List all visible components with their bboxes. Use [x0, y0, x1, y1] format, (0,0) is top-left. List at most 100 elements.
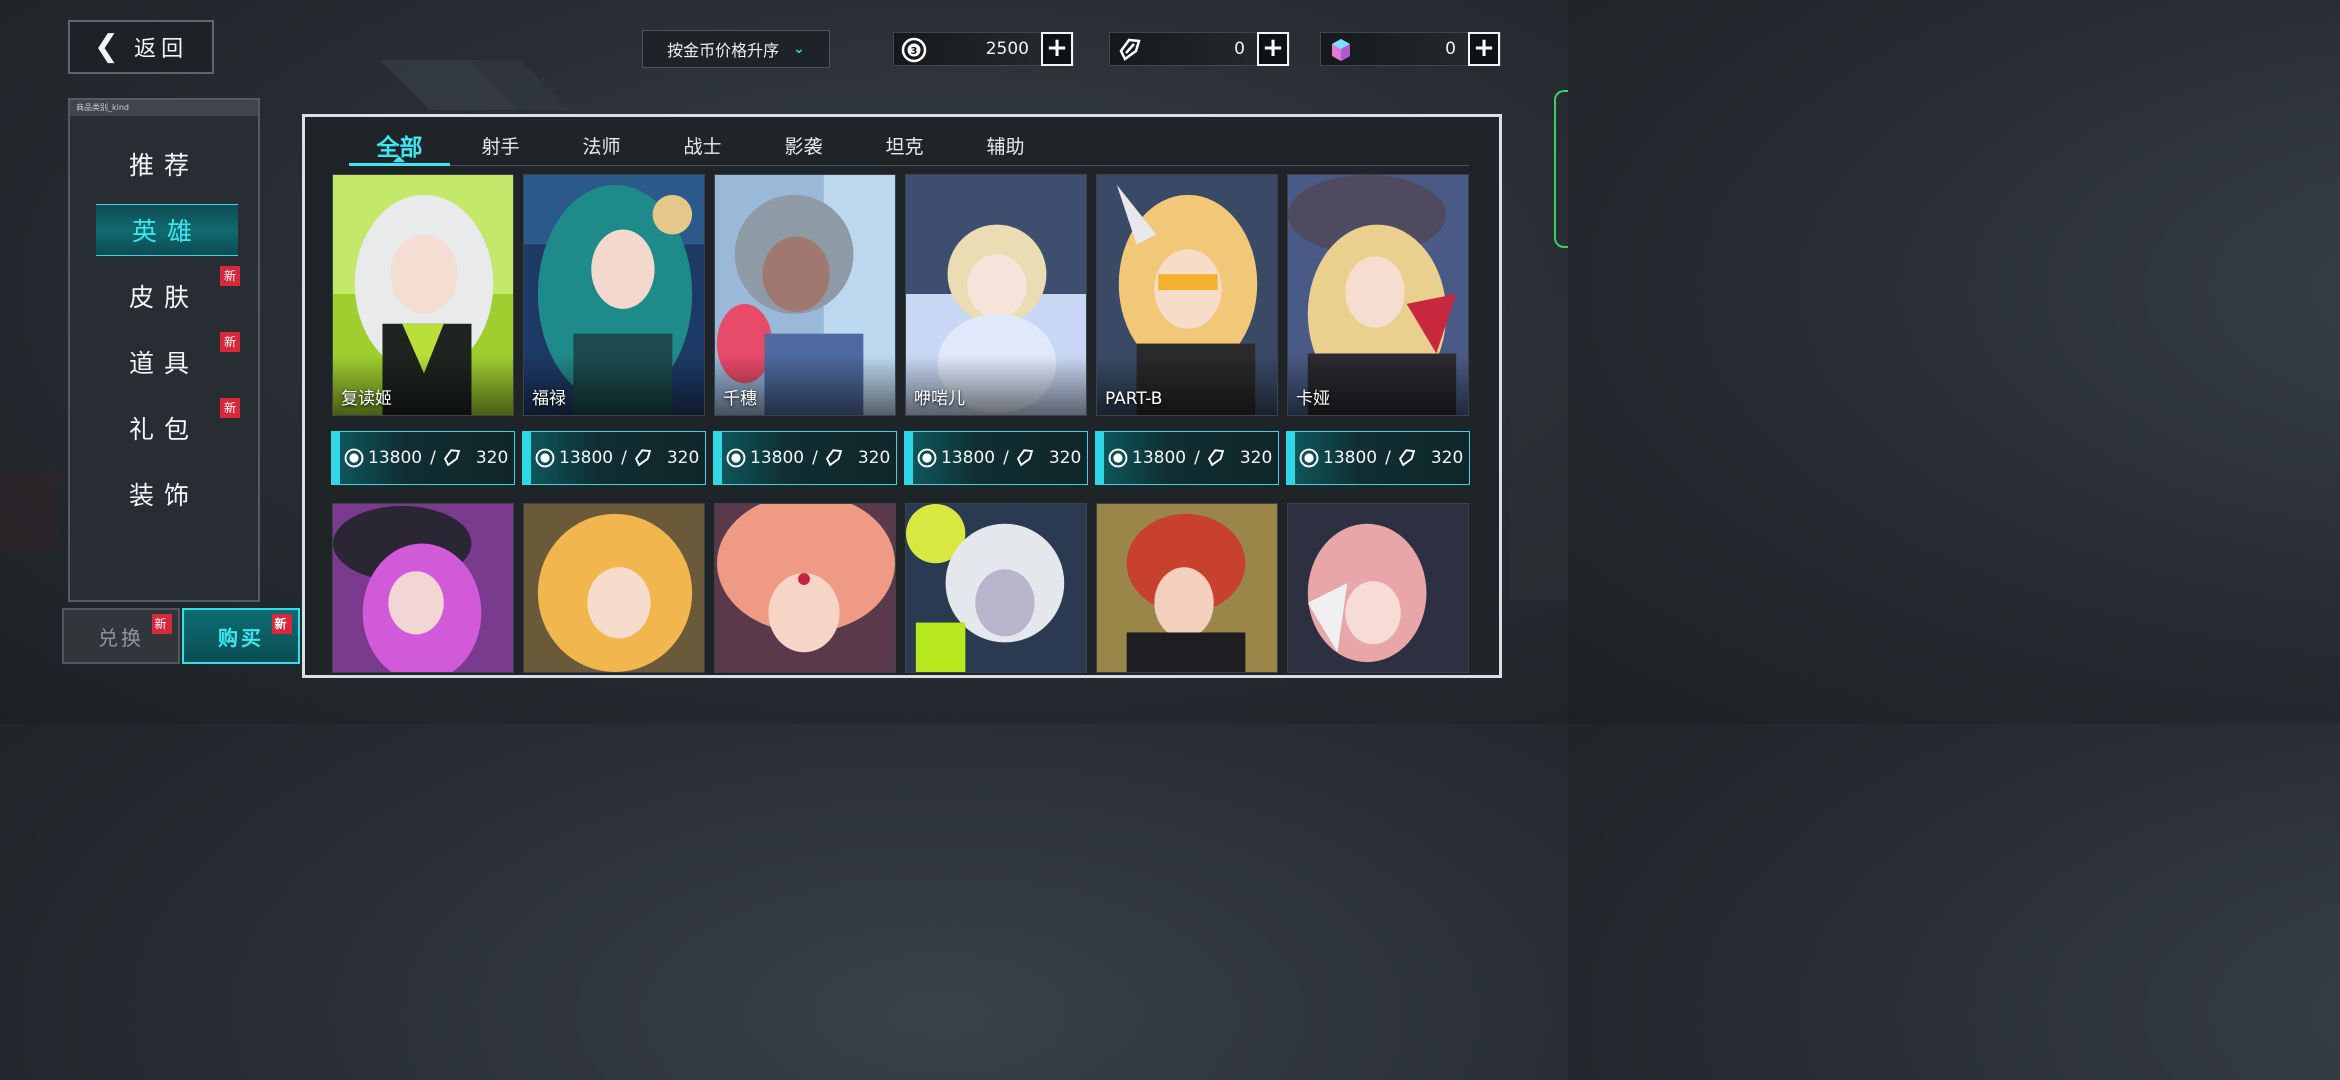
new-badge: 新 [220, 332, 240, 352]
gold-price: 13800 [1323, 448, 1378, 468]
hero-card[interactable] [905, 503, 1087, 673]
tab-tank[interactable]: 坦克 [854, 123, 955, 167]
add-gold-button[interactable]: + [1041, 32, 1073, 66]
price-separator: / [621, 448, 627, 468]
hero-name: PART-B [1105, 389, 1163, 409]
voucher-price: 320 [475, 448, 509, 468]
gold-price: 13800 [941, 448, 996, 468]
hero-name: 福禄 [532, 389, 566, 409]
chevron-left-icon: ❮ [93, 29, 125, 64]
gold-coin-icon [1108, 448, 1128, 468]
sort-label: 按金币价格升序 [667, 41, 780, 60]
crystal-voucher-icon [442, 448, 462, 468]
hero-card[interactable]: PART-B [1096, 174, 1278, 416]
category-decor[interactable]: 装饰 [70, 468, 258, 520]
tab-support[interactable]: 辅助 [955, 123, 1056, 167]
hero-card[interactable]: 卡娅 [1287, 174, 1469, 416]
hero-portrait [333, 504, 513, 672]
gold-currency-bar: 3 2500 + [893, 32, 1074, 66]
gold-coin-icon [344, 448, 364, 468]
voucher-value: 0 [1234, 39, 1245, 59]
new-badge: 新 [220, 398, 240, 418]
category-label: 道具 [128, 349, 199, 378]
hero-portrait [1288, 504, 1468, 672]
hero-card[interactable] [523, 503, 705, 673]
price-separator: / [430, 448, 436, 468]
add-voucher-button[interactable]: + [1257, 32, 1289, 66]
voucher-currency-bar: 0 + [1109, 32, 1290, 66]
hero-card[interactable]: 千穗 [714, 174, 896, 416]
hero-card[interactable] [332, 503, 514, 673]
price-separator: / [812, 448, 818, 468]
crystal-voucher-icon [1015, 448, 1035, 468]
tab-assassin[interactable]: 影袭 [753, 123, 854, 167]
crystal-voucher-icon [824, 448, 844, 468]
crystal-voucher-icon [1397, 448, 1417, 468]
category-panel: 商品类别_kind 推荐 英雄 皮肤 新 道具 新 礼包 新 装饰 [68, 98, 260, 602]
hero-portrait [906, 504, 1086, 672]
hero-portrait [715, 504, 895, 672]
gold-price: 13800 [750, 448, 805, 468]
svg-text:3: 3 [911, 46, 918, 57]
category-recommend[interactable]: 推荐 [70, 138, 258, 190]
sort-dropdown[interactable]: 按金币价格升序 ⌄ [642, 30, 830, 68]
back-label: 返回 [134, 37, 189, 62]
gold-coin-icon [726, 448, 746, 468]
crystal-voucher-icon [633, 448, 653, 468]
category-label: 礼包 [128, 415, 199, 444]
crystal-voucher-icon [1206, 448, 1226, 468]
tab-marksman[interactable]: 射手 [450, 123, 551, 167]
new-badge: 新 [152, 614, 172, 634]
gold-price: 13800 [559, 448, 614, 468]
gold-coin-icon [917, 448, 937, 468]
gold-coin-icon [535, 448, 555, 468]
gem-icon [1327, 36, 1355, 64]
tab-mage[interactable]: 法师 [551, 123, 652, 167]
buy-label: 购买 [218, 625, 264, 650]
new-badge: 新 [220, 266, 240, 286]
hero-price-button[interactable]: 13800 / 320 [713, 431, 897, 485]
tab-divider [349, 165, 1469, 166]
hero-price-button[interactable]: 13800 / 320 [522, 431, 706, 485]
voucher-price: 320 [1430, 448, 1464, 468]
gold-coin-icon: 3 [900, 36, 928, 64]
tab-warrior[interactable]: 战士 [652, 123, 753, 167]
price-separator: / [1003, 448, 1009, 468]
hero-price-button[interactable]: 13800 / 320 [1095, 431, 1279, 485]
gem-value: 0 [1445, 39, 1456, 59]
hero-card[interactable] [1096, 503, 1278, 673]
gold-value: 2500 [985, 39, 1029, 59]
back-button[interactable]: ❮ 返回 [68, 20, 214, 74]
new-badge: 新 [272, 614, 292, 634]
voucher-price: 320 [857, 448, 891, 468]
category-label: 英雄 [131, 217, 202, 246]
price-separator: / [1194, 448, 1200, 468]
hero-name: 千穗 [723, 389, 757, 409]
hero-price-button[interactable]: 13800 / 320 [1286, 431, 1470, 485]
category-heroes[interactable]: 英雄 [96, 204, 238, 256]
hero-card[interactable] [714, 503, 896, 673]
exchange-shop-button[interactable]: 兑换 新 [62, 608, 180, 664]
exchange-label: 兑换 [98, 625, 144, 650]
hero-name: 卡娅 [1296, 389, 1330, 409]
buy-shop-button[interactable]: 购买 新 [182, 608, 300, 664]
category-label: 装饰 [128, 481, 199, 510]
voucher-price: 320 [1048, 448, 1082, 468]
hero-price-button[interactable]: 13800 / 320 [904, 431, 1088, 485]
hero-card[interactable]: 咿啱儿 [905, 174, 1087, 416]
hero-card[interactable] [1287, 503, 1469, 673]
hero-portrait [1097, 504, 1277, 672]
gold-price: 13800 [368, 448, 423, 468]
gold-coin-icon [1299, 448, 1319, 468]
hero-card[interactable]: 复读姬 [332, 174, 514, 416]
active-tab-indicator [349, 156, 450, 166]
category-label: 推荐 [128, 151, 199, 180]
add-gem-button[interactable]: + [1468, 32, 1500, 66]
category-kind-label: 商品类别_kind [70, 100, 258, 116]
hero-name: 复读姬 [341, 389, 392, 409]
gem-currency-bar: 0 + [1320, 32, 1501, 66]
hero-portrait [524, 504, 704, 672]
crystal-voucher-icon [1116, 36, 1144, 64]
hero-card[interactable]: 福禄 [523, 174, 705, 416]
hero-price-button[interactable]: 13800 / 320 [331, 431, 515, 485]
